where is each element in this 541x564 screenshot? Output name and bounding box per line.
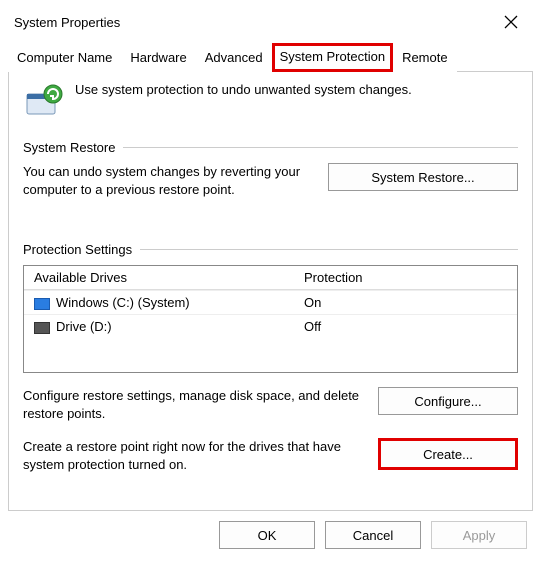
tab-advanced[interactable]: Advanced [196,43,272,72]
drive-name: Windows (C:) (System) [56,295,190,310]
table-blank [24,338,517,372]
close-icon [504,15,518,29]
ok-button[interactable]: OK [219,521,315,549]
drives-table: Available Drives Protection Windows (C:)… [23,265,518,373]
drive-icon [34,322,50,334]
cancel-button[interactable]: Cancel [325,521,421,549]
divider [123,147,518,148]
tab-panel: Use system protection to undo unwanted s… [8,71,533,511]
divider [140,249,518,250]
system-protection-icon [23,82,63,122]
drive-status: Off [294,315,517,338]
tab-remote[interactable]: Remote [393,43,457,72]
tab-hardware[interactable]: Hardware [121,43,195,72]
col-protection[interactable]: Protection [294,266,517,289]
col-available-drives[interactable]: Available Drives [24,266,294,289]
title-bar: System Properties [0,0,541,42]
table-row[interactable]: Windows (C:) (System) On [24,290,517,314]
window-title: System Properties [14,15,120,30]
apply-button[interactable]: Apply [431,521,527,549]
create-text: Create a restore point right now for the… [23,438,366,473]
dialog-footer: OK Cancel Apply [0,511,541,549]
tab-computer-name[interactable]: Computer Name [8,43,121,72]
table-row[interactable]: Drive (D:) Off [24,314,517,338]
intro-text: Use system protection to undo unwanted s… [75,82,412,97]
system-restore-heading: System Restore [23,140,518,155]
close-button[interactable] [493,8,529,36]
tab-system-protection[interactable]: System Protection [272,43,394,72]
system-restore-text: You can undo system changes by reverting… [23,163,316,198]
system-restore-button[interactable]: System Restore... [328,163,518,191]
configure-text: Configure restore settings, manage disk … [23,387,366,422]
drive-status: On [294,291,517,314]
tab-strip: Computer Name Hardware Advanced System P… [0,42,541,71]
intro-row: Use system protection to undo unwanted s… [23,82,518,122]
protection-settings-heading: Protection Settings [23,242,518,257]
system-restore-label: System Restore [23,140,115,155]
configure-button[interactable]: Configure... [378,387,518,415]
drive-name: Drive (D:) [56,319,112,334]
drives-header: Available Drives Protection [24,266,517,290]
protection-settings-label: Protection Settings [23,242,132,257]
create-button[interactable]: Create... [378,438,518,470]
drive-icon [34,298,50,310]
